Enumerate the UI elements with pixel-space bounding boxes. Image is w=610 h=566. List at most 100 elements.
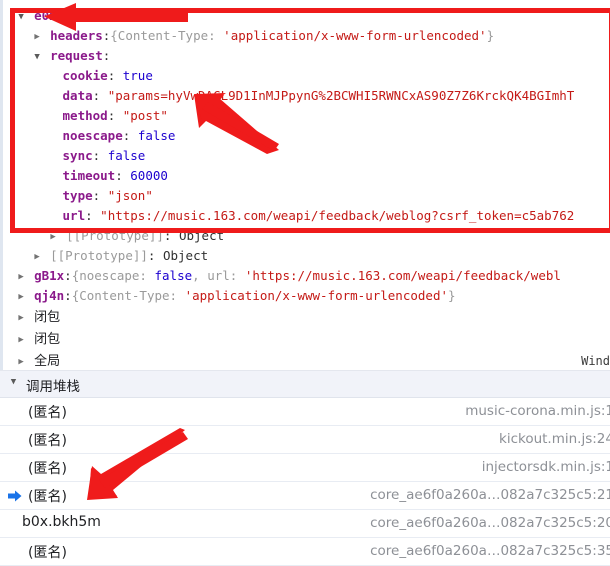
frame-location[interactable]: core_ae6f0a260a…082a7c325c5:35	[370, 543, 610, 559]
value-brace-close: }	[448, 288, 456, 303]
scope-row-noescape[interactable]: noescape: false	[0, 126, 610, 146]
property-name: data	[62, 88, 93, 103]
property-separator: :	[115, 168, 131, 183]
scope-row-request[interactable]: ▼ request:	[0, 46, 610, 66]
property-name: timeout	[62, 168, 116, 183]
value-number: 60000	[130, 168, 168, 183]
value-brace-close: }	[486, 28, 495, 43]
disclosure-triangle-closed-icon[interactable]: ▶	[16, 351, 27, 371]
frame-location[interactable]: injectorsdk.min.js:1	[482, 459, 610, 475]
frame-function-name: (匿名)	[28, 489, 67, 505]
scope-row-global[interactable]: ▶ 全局 Wind	[0, 350, 610, 370]
scope-label-global: 全局	[34, 354, 61, 369]
scope-row-data[interactable]: data: "params=hyVwDACL9D1InMJPpynG%2BCWH…	[0, 86, 610, 106]
call-stack-frame-1[interactable]: (匿名) kickout.min.js:24	[0, 426, 610, 454]
scope-row-closure-1[interactable]: ▶ 闭包	[0, 306, 610, 328]
call-stack-header[interactable]: ▼ 调用堆栈	[0, 370, 610, 398]
call-stack-frame-3-active[interactable]: (匿名) core_ae6f0a260a…082a7c325c5:21	[0, 482, 610, 510]
frame-function-name: b0x.bkh5m	[22, 514, 101, 530]
frame-location[interactable]: core_ae6f0a260a…082a7c325c5:20	[370, 515, 610, 531]
property-name: method	[62, 108, 108, 123]
frame-function-name: (匿名)	[28, 461, 67, 477]
value-string-params: "params=hyVwDACL9D1InMJPpynG%2BCWHI5RWNC…	[107, 88, 575, 103]
scope-row-e0x[interactable]: ▼ e0x:	[0, 6, 610, 26]
value-string-url: "https://music.163.com/weapi/feedback/we…	[100, 208, 575, 223]
prototype-type: Object	[178, 228, 225, 243]
value-preview-mid: , url:	[192, 268, 245, 283]
scope-row-timeout[interactable]: timeout: 60000	[0, 166, 610, 186]
property-name: headers	[50, 28, 103, 43]
frame-location[interactable]: core_ae6f0a260a…082a7c325c5:21	[370, 487, 610, 503]
disclosure-triangle-closed-icon[interactable]: ▶	[16, 329, 27, 351]
value-brace-open: {Content-Type:	[110, 28, 224, 43]
call-stack-pane[interactable]: ▼ 调用堆栈 (匿名) music-corona.min.js:1 (匿名) k…	[0, 370, 610, 566]
scope-row-url[interactable]: url: "https://music.163.com/weapi/feedba…	[0, 206, 610, 226]
property-name: url	[62, 208, 86, 223]
property-name: e0x	[34, 8, 57, 23]
property-separator: :	[92, 88, 108, 103]
frame-location[interactable]: kickout.min.js:24	[499, 431, 610, 447]
property-name: qj4n	[34, 288, 65, 303]
scope-row-prototype-outer[interactable]: ▶ [[Prototype]]: Object	[0, 246, 610, 266]
disclosure-triangle-closed-icon[interactable]: ▶	[16, 307, 27, 329]
property-separator: :	[107, 68, 123, 83]
scope-row-sync[interactable]: sync: false	[0, 146, 610, 166]
value-boolean: true	[122, 68, 153, 83]
disclosure-triangle-closed-icon[interactable]: ▶	[48, 227, 59, 247]
disclosure-triangle-closed-icon[interactable]: ▶	[16, 287, 27, 307]
scope-row-closure-2[interactable]: ▶ 闭包	[0, 328, 610, 350]
frame-function-name: (匿名)	[28, 545, 67, 561]
property-separator: :	[107, 108, 123, 123]
current-frame-arrow-icon	[8, 490, 22, 502]
scope-row-cookie[interactable]: cookie: true	[0, 66, 610, 86]
call-stack-frame-0[interactable]: (匿名) music-corona.min.js:1	[0, 398, 610, 426]
disclosure-triangle-closed-icon[interactable]: ▶	[32, 247, 43, 267]
scope-variables-pane[interactable]: ▼ e0x: ▶ headers:{Content-Type: 'applica…	[0, 0, 610, 370]
property-separator: :	[85, 208, 101, 223]
disclosure-triangle-closed-icon[interactable]: ▶	[16, 267, 27, 287]
prototype-label: [[Prototype]]	[66, 228, 164, 243]
call-stack-frame-2[interactable]: (匿名) injectorsdk.min.js:1	[0, 454, 610, 482]
property-separator: :	[64, 268, 72, 283]
value-brace-open: {Content-Type:	[71, 288, 185, 303]
disclosure-triangle-open-icon[interactable]: ▼	[8, 377, 19, 387]
scope-row-gB1x[interactable]: ▶ gB1x:{noescape: false, url: 'https://m…	[0, 266, 610, 286]
value-string: "json"	[107, 188, 153, 203]
property-separator: :	[92, 148, 108, 163]
property-separator: :	[56, 8, 65, 23]
call-stack-frame-5[interactable]: (匿名) core_ae6f0a260a…082a7c325c5:35	[0, 538, 610, 566]
disclosure-triangle-open-icon[interactable]: ▼	[16, 7, 27, 27]
scope-label-closure: 闭包	[34, 332, 61, 347]
property-name: cookie	[62, 68, 108, 83]
value-string: 'application/x-www-form-urlencoded'	[223, 28, 487, 43]
property-separator: :	[122, 128, 138, 143]
value-string: 'application/x-www-form-urlencoded'	[184, 288, 448, 303]
property-separator: :	[92, 188, 108, 203]
disclosure-triangle-open-icon[interactable]: ▼	[32, 47, 43, 67]
prototype-label: [[Prototype]]	[50, 248, 148, 263]
prototype-separator: :	[147, 248, 163, 263]
prototype-separator: :	[163, 228, 179, 243]
scope-row-method[interactable]: method: "post"	[0, 106, 610, 126]
frame-location[interactable]: music-corona.min.js:1	[465, 403, 610, 419]
property-name: sync	[62, 148, 93, 163]
property-name: request	[50, 48, 103, 63]
value-string: "post"	[122, 108, 168, 123]
value-preview-prefix: {noescape:	[71, 268, 155, 283]
value-boolean: false	[137, 128, 176, 143]
scope-row-type[interactable]: type: "json"	[0, 186, 610, 206]
property-name: type	[62, 188, 93, 203]
call-stack-frame-4[interactable]: b0x.bkh5m core_ae6f0a260a…082a7c325c5:20	[0, 510, 610, 538]
global-object-type: Wind	[581, 354, 610, 368]
frame-function-name: (匿名)	[28, 405, 67, 421]
scope-row-qj4n[interactable]: ▶ qj4n:{Content-Type: 'application/x-www…	[0, 286, 610, 306]
property-separator: :	[102, 48, 111, 63]
value-string-url: 'https://music.163.com/weapi/feedback/we…	[244, 268, 561, 283]
scope-row-headers[interactable]: ▶ headers:{Content-Type: 'application/x-…	[0, 26, 610, 46]
disclosure-triangle-closed-icon[interactable]: ▶	[32, 27, 43, 47]
frame-function-name: (匿名)	[28, 433, 67, 449]
value-boolean: false	[154, 268, 193, 283]
scope-row-prototype-inner[interactable]: ▶ [[Prototype]]: Object	[0, 226, 610, 246]
prototype-type: Object	[162, 248, 209, 263]
scope-label-closure: 闭包	[34, 310, 61, 325]
